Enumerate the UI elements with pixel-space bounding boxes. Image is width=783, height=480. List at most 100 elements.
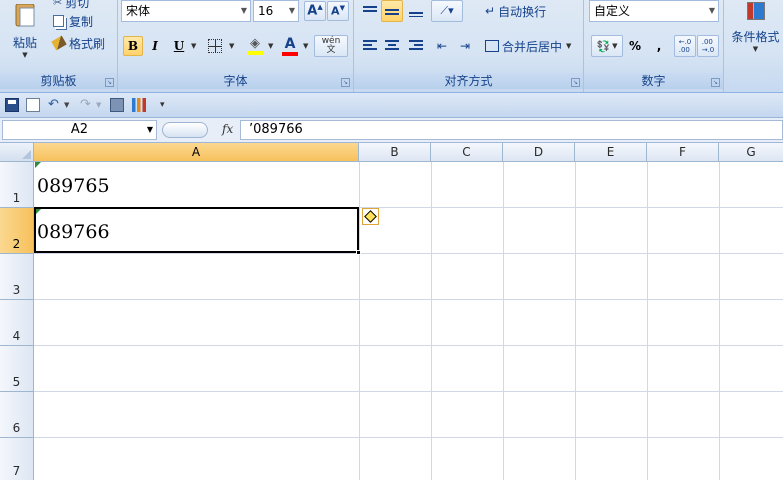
font-group: 宋体 ▼ 16 ▼ A▲ A▼ B I U ▼ ▼ ◈ ▼ A ▼ wén 文 …: [118, 0, 354, 92]
borders-button[interactable]: [203, 36, 227, 56]
phonetic-icon: wén 文: [321, 36, 341, 55]
font-size-select[interactable]: 16 ▼: [253, 0, 299, 22]
undo-icon[interactable]: ↶: [48, 98, 62, 112]
percent-button[interactable]: %: [624, 35, 646, 57]
italic-button[interactable]: I: [145, 36, 165, 56]
fill-color-dropdown-icon[interactable]: ▼: [268, 42, 273, 50]
select-all-corner[interactable]: [0, 143, 34, 162]
formula-input[interactable]: ’089766: [240, 120, 783, 140]
cut-button[interactable]: ✂ 剪切: [52, 0, 90, 10]
column-header-c[interactable]: C: [431, 143, 503, 162]
currency-icon: 💱: [596, 39, 611, 53]
row-header-6[interactable]: 6: [0, 392, 34, 438]
phonetic-guide-button[interactable]: wén 文: [314, 35, 348, 57]
number-format-select[interactable]: 自定义 ▼: [589, 0, 719, 22]
font-color-swatch: [282, 51, 298, 56]
quick-access-toolbar: ↶ ▼ ↷ ▼ ▾: [0, 93, 783, 118]
decrease-indent-button[interactable]: ⇤: [431, 35, 453, 57]
increase-indent-button[interactable]: ⇥: [454, 35, 476, 57]
column-header-g[interactable]: G: [719, 143, 783, 162]
font-color-dropdown-icon[interactable]: ▼: [303, 42, 308, 50]
save-icon[interactable]: [5, 98, 19, 112]
increase-decimal-button[interactable]: ←.0.00: [674, 35, 696, 57]
undo-dropdown-icon[interactable]: ▼: [64, 101, 78, 115]
align-top-button[interactable]: [359, 0, 381, 22]
orientation-button[interactable]: ⟋▾: [431, 0, 463, 22]
align-middle-icon: [385, 9, 399, 15]
font-name-select[interactable]: 宋体 ▼: [121, 0, 251, 22]
column-header-d[interactable]: D: [503, 143, 575, 162]
cell-a1[interactable]: 089765: [34, 162, 359, 208]
row-header-1[interactable]: 1: [0, 162, 34, 208]
font-group-label: 字体: [118, 73, 353, 89]
fill-color-button[interactable]: ◈: [244, 34, 266, 58]
decrease-indent-icon: ⇤: [436, 39, 448, 53]
align-bottom-button[interactable]: [405, 0, 427, 22]
copy-button[interactable]: 复制: [52, 13, 94, 29]
align-right-icon: [409, 40, 423, 50]
increase-indent-icon: ⇥: [459, 39, 471, 53]
accounting-format-button[interactable]: 💱 ▼: [591, 35, 623, 57]
decrease-decimal-button[interactable]: .00 →.0: [697, 35, 719, 57]
clipboard-dialog-launcher-icon[interactable]: ↘: [105, 78, 114, 87]
formula-bar-splitter[interactable]: [162, 122, 208, 138]
insert-function-button[interactable]: fx: [222, 122, 233, 136]
shrink-font-icon: A▼: [331, 4, 345, 18]
underline-button[interactable]: U: [169, 36, 189, 56]
align-middle-button[interactable]: [381, 0, 403, 22]
chevron-down-icon: ▼: [708, 6, 715, 15]
align-left-button[interactable]: [359, 35, 381, 57]
alignment-group-label: 对齐方式: [354, 73, 583, 89]
format-painter-button[interactable]: 格式刷: [51, 35, 106, 51]
borders-dropdown-icon[interactable]: ▼: [229, 42, 234, 50]
chevron-down-icon: ▼: [288, 6, 295, 15]
gridline: [359, 162, 360, 480]
font-color-button[interactable]: A: [279, 34, 301, 58]
align-top-icon: [363, 6, 377, 12]
number-dialog-launcher-icon[interactable]: ↘: [711, 78, 720, 87]
paste-button[interactable]: 粘贴 ▼: [6, 0, 44, 62]
chart-icon[interactable]: [132, 98, 146, 112]
gridline: [34, 253, 783, 254]
align-center-button[interactable]: [381, 35, 403, 57]
redo-dropdown-icon[interactable]: ▼: [96, 101, 110, 115]
column-header-f[interactable]: F: [647, 143, 719, 162]
row-header-3[interactable]: 3: [0, 254, 34, 300]
column-header-e[interactable]: E: [575, 143, 647, 162]
shrink-font-button[interactable]: A▼: [327, 1, 349, 21]
wrap-text-button[interactable]: ↵ 自动换行: [484, 0, 547, 22]
new-document-icon[interactable]: [26, 98, 40, 112]
customize-toolbar-icon[interactable]: ▾: [160, 98, 174, 112]
conditional-format-button[interactable]: 条件格式 ▼: [728, 0, 783, 60]
row-header-5[interactable]: 5: [0, 346, 34, 392]
name-box[interactable]: A2 ▼: [2, 120, 157, 140]
orientation-icon: ⟋▾: [440, 4, 454, 17]
column-header-b[interactable]: B: [359, 143, 431, 162]
alignment-dialog-launcher-icon[interactable]: ↘: [571, 78, 580, 87]
conditional-format-icon: [746, 2, 765, 20]
comma-style-button[interactable]: ,: [648, 35, 670, 57]
alignment-group: ⟋▾ ⇤ ⇥ ↵ 自动换行 合并后居中 ▼ 对齐方式 ↘: [354, 0, 584, 92]
grow-font-button[interactable]: A▲: [304, 1, 326, 21]
gridline: [575, 162, 576, 480]
cell-a1-value: 089765: [37, 175, 110, 197]
clipboard-group-label: 剪贴板: [0, 73, 117, 89]
cell-a2[interactable]: 089766: [34, 207, 361, 255]
align-right-button[interactable]: [405, 35, 427, 57]
name-box-dropdown-icon[interactable]: ▼: [147, 121, 153, 139]
error-indicator-icon: [35, 162, 41, 168]
font-dialog-launcher-icon[interactable]: ↘: [341, 78, 350, 87]
align-bottom-icon: [409, 12, 423, 17]
bold-button[interactable]: B: [123, 36, 143, 56]
row-header-4[interactable]: 4: [0, 300, 34, 346]
underline-dropdown-icon[interactable]: ▼: [191, 42, 196, 50]
row-header-2[interactable]: 2: [0, 208, 34, 254]
fill-handle[interactable]: [356, 250, 361, 255]
redo-icon[interactable]: ↷: [80, 98, 94, 112]
row-header-7[interactable]: 7: [0, 438, 34, 480]
clipboard-icon: [15, 3, 35, 26]
merge-center-button[interactable]: 合并后居中 ▼: [484, 35, 572, 57]
print-preview-icon[interactable]: [110, 98, 124, 112]
column-header-a[interactable]: A: [34, 143, 359, 162]
error-smart-tag-button[interactable]: [362, 208, 379, 225]
